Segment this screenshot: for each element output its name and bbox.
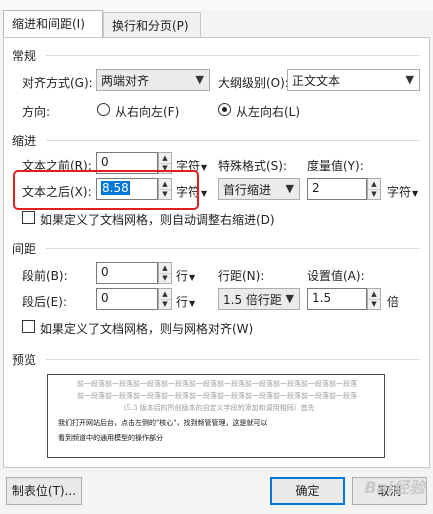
tab-indent-spacing-label: 缩进和间距(I) — [12, 17, 85, 31]
preview-line: （5.3 版本后的所创版本的自定义字段的添加和调用相同）首先 — [119, 404, 315, 412]
unit-caret-icon: ▼ — [201, 163, 208, 172]
outline-level-value: 正文文本 — [292, 74, 341, 88]
spin-down-icon[interactable]: ▼ — [368, 189, 380, 199]
ok-button[interactable]: 确定 — [270, 477, 345, 505]
measure-spinner[interactable]: ▲ ▼ — [367, 178, 381, 200]
space-after-value: 0 — [101, 291, 109, 305]
setting-value-label: 设置值(A): — [307, 269, 365, 283]
unit-caret-icon: ▼ — [189, 273, 196, 282]
space-before-value: 0 — [101, 265, 109, 279]
preview-line: 前一段落前一段落前一段落前一段落前一段落前一段落前一段落前一段落前一段落前一段落 — [77, 392, 357, 400]
preview-line: 我们打开网站后台，点击左侧的"核心"，找到频管管理，这是就可以 — [58, 419, 268, 427]
setting-value-input[interactable]: 1.5 — [307, 288, 367, 310]
spin-down-icon[interactable]: ▼ — [159, 273, 171, 283]
ltr-radio-label[interactable]: 从左向右(L) — [236, 103, 300, 120]
tab-stops-button-label: 制表位(T)... — [11, 484, 77, 498]
spacing-divider — [46, 248, 420, 249]
measure-value: 2 — [312, 181, 320, 195]
unit-caret-icon: ▼ — [201, 189, 208, 198]
tab-stops-button[interactable]: 制表位(T)... — [6, 477, 82, 505]
spin-down-icon[interactable]: ▼ — [159, 299, 171, 309]
spacing-section-title: 间距 — [12, 242, 37, 256]
space-before-unit-label: 行 — [176, 269, 189, 283]
preview-line: 前一段落前一段落前一段落前一段落前一段落前一段落前一段落前一段落前一段落前一段落 — [77, 380, 357, 388]
ok-button-label: 确定 — [295, 484, 320, 498]
line-spacing-label: 行距(N): — [218, 269, 265, 283]
spin-down-icon[interactable]: ▼ — [368, 299, 380, 309]
general-section-title: 常规 — [12, 49, 37, 63]
chevron-down-icon: ▼ — [285, 182, 294, 195]
unit-caret-icon: ▼ — [189, 299, 196, 308]
space-after-unit-label: 行 — [176, 295, 189, 309]
preview-section-title: 预览 — [12, 353, 37, 367]
outline-level-label: 大纲级别(O): — [218, 76, 289, 90]
indent-section-title: 缩进 — [12, 134, 37, 148]
setting-value-spinner[interactable]: ▲ ▼ — [367, 288, 381, 310]
space-before-label: 段前(B): — [22, 269, 68, 283]
space-after-label: 段后(E): — [22, 295, 67, 309]
space-before-unit[interactable]: 行▼ — [176, 267, 195, 284]
direction-label: 方向: — [22, 105, 51, 119]
space-after-unit[interactable]: 行▼ — [176, 293, 195, 310]
measure-unit[interactable]: 字符▼ — [387, 183, 418, 200]
tab-line-page-break[interactable]: 换行和分页(P) — [103, 12, 201, 38]
rtl-radio-label[interactable]: 从右向左(F) — [115, 103, 179, 120]
alignment-label: 对齐方式(G): — [22, 76, 93, 90]
rtl-radio[interactable] — [97, 103, 110, 116]
tab-line-page-break-label: 换行和分页(P) — [112, 19, 189, 33]
auto-right-indent-label[interactable]: 如果定义了文档网格，则自动调整右缩进(D) — [40, 211, 275, 228]
special-format-select[interactable]: 首行缩进 ▼ — [218, 178, 300, 200]
general-divider — [46, 55, 420, 56]
space-after-input[interactable]: 0 — [96, 288, 158, 310]
measure-label: 度量值(Y): — [307, 159, 364, 173]
chevron-down-icon: ▼ — [405, 73, 414, 86]
preview-box: 前一段落前一段落前一段落前一段落前一段落前一段落前一段落前一段落前一段落前一段落… — [47, 374, 385, 458]
unit-caret-icon: ▼ — [412, 189, 419, 198]
highlight-box — [13, 170, 199, 210]
outline-level-select[interactable]: 正文文本 ▼ — [287, 69, 420, 91]
chevron-down-icon: ▼ — [285, 292, 294, 305]
watermark: Bai经验 — [364, 478, 425, 497]
tab-indent-spacing[interactable]: 缩进和间距(I) — [3, 10, 103, 38]
ltr-radio[interactable] — [218, 103, 231, 116]
indent-before-value: 0 — [101, 155, 109, 169]
preview-line: 看到频道中的通用模型的操作部分 — [58, 434, 163, 442]
alignment-value: 两端对齐 — [101, 74, 150, 88]
setting-value-unit: 倍 — [387, 295, 400, 309]
auto-right-indent-checkbox[interactable] — [22, 211, 35, 224]
line-spacing-value: 1.5 倍行距 — [223, 293, 282, 307]
setting-value: 1.5 — [312, 291, 332, 305]
preview-divider — [46, 359, 420, 360]
space-before-spinner[interactable]: ▲ ▼ — [158, 262, 172, 284]
snap-to-grid-checkbox[interactable] — [22, 320, 35, 333]
space-after-spinner[interactable]: ▲ ▼ — [158, 288, 172, 310]
measure-unit-label: 字符 — [387, 185, 412, 199]
snap-to-grid-label[interactable]: 如果定义了文档网格，则与网格对齐(W) — [40, 320, 253, 337]
special-format-label: 特殊格式(S): — [218, 159, 288, 173]
alignment-select[interactable]: 两端对齐 ▼ — [96, 69, 210, 91]
line-spacing-select[interactable]: 1.5 倍行距 ▼ — [218, 288, 300, 310]
indent-divider — [46, 140, 420, 141]
special-format-value: 首行缩进 — [223, 183, 272, 197]
chevron-down-icon: ▼ — [195, 73, 204, 86]
space-before-input[interactable]: 0 — [96, 262, 158, 284]
measure-input[interactable]: 2 — [307, 178, 367, 200]
title-strip — [0, 0, 433, 10]
